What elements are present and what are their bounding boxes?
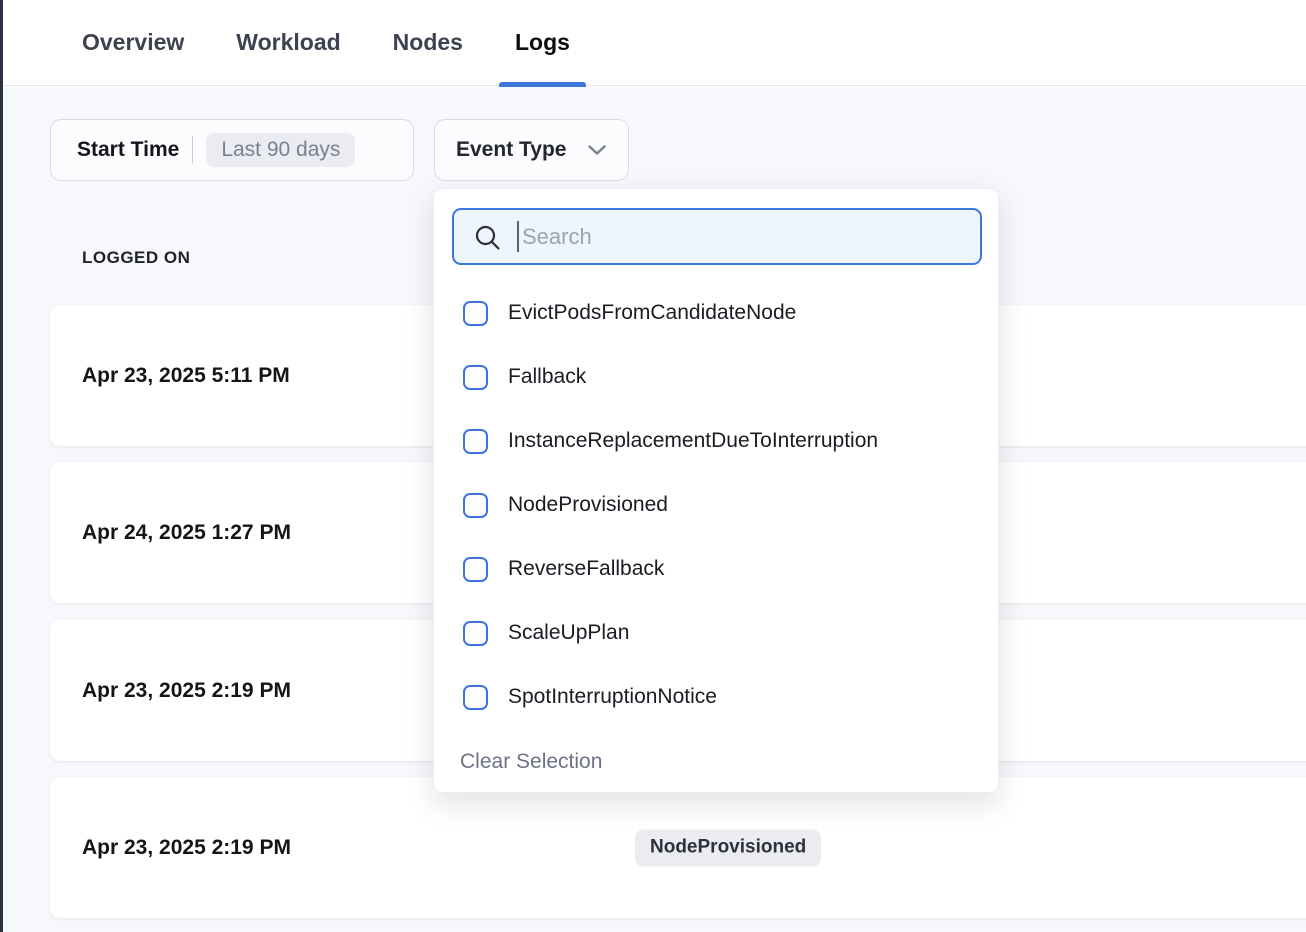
tab-overview[interactable]: Overview: [66, 0, 200, 86]
option-label: SpotInterruptionNotice: [508, 685, 717, 709]
option-label: InstanceReplacementDueToInterruption: [508, 429, 878, 453]
filter-divider: [192, 136, 193, 164]
clear-selection-button[interactable]: Clear Selection: [460, 750, 602, 774]
event-type-filter-button[interactable]: Event Type: [434, 119, 629, 181]
checkbox-icon[interactable]: [463, 365, 488, 390]
logged-on-value: Apr 24, 2025 1:27 PM: [82, 521, 291, 545]
option-label: EvictPodsFromCandidateNode: [508, 301, 796, 325]
option-label: Fallback: [508, 365, 586, 389]
dropdown-search-box: [452, 208, 982, 265]
checkbox-icon[interactable]: [463, 557, 488, 582]
option-fallback[interactable]: Fallback: [434, 345, 998, 409]
checkbox-icon[interactable]: [463, 429, 488, 454]
option-evictpodsfromcandidatenode[interactable]: EvictPodsFromCandidateNode: [434, 281, 998, 345]
column-header-logged-on: LOGGED ON: [82, 248, 190, 268]
event-type-badge: NodeProvisioned: [635, 829, 821, 866]
event-type-options-list: EvictPodsFromCandidateNode Fallback Inst…: [434, 281, 998, 729]
checkbox-icon[interactable]: [463, 493, 488, 518]
start-time-filter-button[interactable]: Start Time Last 90 days: [50, 119, 414, 181]
checkbox-icon[interactable]: [463, 621, 488, 646]
left-edge-bar: [0, 0, 3, 932]
logs-content: Start Time Last 90 days Event Type LOGGE…: [0, 87, 1306, 932]
tab-logs[interactable]: Logs: [499, 0, 586, 86]
option-scaleupplan[interactable]: ScaleUpPlan: [434, 601, 998, 665]
option-nodeprovisioned[interactable]: NodeProvisioned: [434, 473, 998, 537]
logged-on-value: Apr 23, 2025 2:19 PM: [82, 679, 291, 703]
tab-bar: Overview Workload Nodes Logs: [0, 0, 1306, 86]
option-label: ReverseFallback: [508, 557, 664, 581]
option-instancereplacementduetointerruption[interactable]: InstanceReplacementDueToInterruption: [434, 409, 998, 473]
start-time-value-pill: Last 90 days: [206, 133, 355, 167]
checkbox-icon[interactable]: [463, 685, 488, 710]
tab-nodes[interactable]: Nodes: [377, 0, 479, 86]
table-row[interactable]: Apr 23, 2025 2:19 PM NodeProvisioned: [50, 777, 1306, 918]
option-label: ScaleUpPlan: [508, 621, 629, 645]
event-type-label: Event Type: [456, 138, 566, 162]
logged-on-value: Apr 23, 2025 2:19 PM: [82, 836, 291, 860]
event-type-dropdown-panel: EvictPodsFromCandidateNode Fallback Inst…: [433, 188, 999, 793]
chevron-down-icon: [587, 144, 607, 156]
tab-workload[interactable]: Workload: [220, 0, 356, 86]
checkbox-icon[interactable]: [463, 301, 488, 326]
option-spotinterruptionnotice[interactable]: SpotInterruptionNotice: [434, 665, 998, 729]
logged-on-value: Apr 23, 2025 5:11 PM: [82, 364, 290, 388]
start-time-label: Start Time: [77, 138, 179, 162]
option-reversefallback[interactable]: ReverseFallback: [434, 537, 998, 601]
dropdown-search-input[interactable]: [454, 210, 980, 263]
option-label: NodeProvisioned: [508, 493, 668, 517]
